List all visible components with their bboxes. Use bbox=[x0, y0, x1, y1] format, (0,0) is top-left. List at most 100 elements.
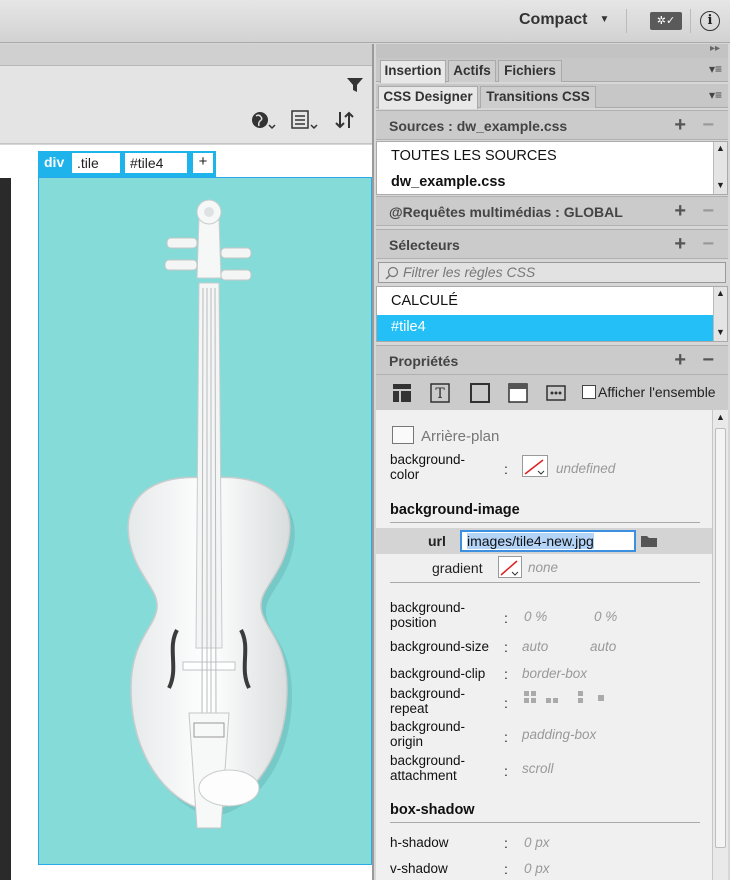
code-navigator-icon[interactable] bbox=[291, 110, 319, 130]
workspace-switcher[interactable]: Compact ▼ bbox=[519, 11, 609, 29]
page-edge bbox=[0, 178, 11, 880]
scrollbar-thumb[interactable] bbox=[715, 428, 726, 848]
info-icon[interactable]: i bbox=[700, 11, 720, 31]
layout-icon[interactable] bbox=[392, 383, 412, 403]
colon: : bbox=[504, 639, 508, 655]
bg-repeat-options-icon[interactable] bbox=[522, 688, 612, 708]
v-shadow-value[interactable]: 0 px bbox=[524, 861, 550, 876]
tab-css-designer[interactable]: CSS Designer bbox=[378, 86, 478, 109]
add-selector-button[interactable]: + bbox=[674, 233, 686, 256]
bg-origin-label: background-origin bbox=[390, 719, 466, 749]
colon: : bbox=[504, 835, 508, 851]
sources-title: Sources : dw_example.css bbox=[389, 118, 568, 134]
show-all-label: Afficher l'ensemble bbox=[598, 384, 716, 400]
properties-list: ▲ Arrière-plan background-color : undefi… bbox=[376, 410, 728, 880]
add-class-button[interactable]: + bbox=[193, 153, 213, 173]
h-shadow-label: h-shadow bbox=[390, 835, 449, 850]
divider bbox=[390, 582, 700, 583]
gradient-value[interactable]: none bbox=[528, 560, 558, 575]
panel-menu-icon[interactable]: ▾≡ bbox=[709, 88, 722, 102]
bg-position-y[interactable]: 0 % bbox=[594, 609, 617, 624]
remove-source-button[interactable]: − bbox=[702, 114, 714, 137]
sources-section-header[interactable]: Sources : dw_example.css + − bbox=[376, 110, 728, 140]
bg-color-value[interactable]: undefined bbox=[556, 461, 615, 476]
source-item-dw-example[interactable]: dw_example.css bbox=[391, 174, 505, 190]
bg-attachment-value[interactable]: scroll bbox=[522, 761, 554, 776]
add-source-button[interactable]: + bbox=[674, 114, 686, 137]
background-group-title: Arrière-plan bbox=[421, 428, 500, 445]
tab-fichiers[interactable]: Fichiers bbox=[498, 60, 562, 82]
h-shadow-value[interactable]: 0 px bbox=[524, 835, 550, 850]
panel-menu-icon[interactable]: ▾≡ bbox=[709, 62, 722, 76]
background-group-icon bbox=[392, 426, 414, 444]
scroll-up-icon[interactable]: ▲ bbox=[716, 412, 725, 422]
globe-icon[interactable] bbox=[251, 110, 277, 130]
filter-icon[interactable] bbox=[346, 77, 364, 93]
selector-item-label: #tile4 bbox=[391, 319, 426, 335]
element-tag-label: div bbox=[44, 154, 65, 170]
remove-media-query-button[interactable]: − bbox=[702, 200, 714, 223]
scroll-up-icon[interactable]: ▲ bbox=[716, 288, 725, 298]
remove-property-button[interactable]: − bbox=[702, 349, 714, 372]
v-shadow-label: v-shadow bbox=[390, 861, 448, 876]
collapse-icon[interactable]: ▸▸ bbox=[710, 43, 720, 54]
remove-selector-button[interactable]: − bbox=[702, 233, 714, 256]
selectors-section-header[interactable]: Sélecteurs + − bbox=[376, 229, 728, 259]
selectors-title: Sélecteurs bbox=[389, 237, 460, 253]
bg-repeat-label: background-repeat bbox=[390, 686, 466, 716]
class-tag-tile[interactable]: .tile bbox=[72, 153, 120, 173]
colon: : bbox=[504, 695, 508, 711]
background-icon[interactable] bbox=[508, 383, 528, 403]
colon: : bbox=[504, 763, 508, 779]
bg-size-width[interactable]: auto bbox=[522, 639, 548, 654]
scroll-down-icon[interactable]: ▼ bbox=[716, 180, 725, 190]
sources-scrollbar[interactable]: ▲ ▼ bbox=[713, 142, 727, 194]
bg-position-x[interactable]: 0 % bbox=[524, 609, 547, 624]
properties-scrollbar[interactable]: ▲ bbox=[712, 410, 728, 880]
id-tag-tile4[interactable]: #tile4 bbox=[125, 153, 187, 173]
colon: : bbox=[504, 461, 508, 477]
scroll-up-icon[interactable]: ▲ bbox=[716, 143, 725, 153]
search-icon bbox=[385, 266, 399, 280]
bg-clip-value[interactable]: border-box bbox=[522, 666, 587, 681]
colon: : bbox=[504, 729, 508, 745]
browse-folder-icon[interactable] bbox=[640, 534, 658, 548]
property-category-bar: T Afficher l'ensemble bbox=[376, 375, 728, 411]
add-property-button[interactable]: + bbox=[674, 349, 686, 372]
source-item-all[interactable]: TOUTES LES SOURCES bbox=[391, 148, 557, 164]
selector-filter-input[interactable]: Filtrer les règles CSS bbox=[378, 262, 726, 283]
border-icon[interactable] bbox=[470, 383, 490, 403]
tab-actifs[interactable]: Actifs bbox=[448, 60, 496, 82]
bg-color-swatch[interactable] bbox=[522, 455, 548, 477]
sort-icon[interactable] bbox=[334, 110, 360, 130]
filter-placeholder: Filtrer les règles CSS bbox=[403, 264, 536, 280]
panel-collapse-bar[interactable]: ▸▸ bbox=[376, 43, 728, 58]
svg-text:T: T bbox=[435, 386, 445, 402]
media-queries-section-header[interactable]: @Requêtes multimédias : GLOBAL + − bbox=[376, 196, 728, 226]
tab-insertion[interactable]: Insertion bbox=[380, 60, 446, 83]
show-all-checkbox[interactable] bbox=[582, 385, 596, 399]
divider bbox=[626, 9, 627, 33]
text-icon[interactable]: T bbox=[430, 383, 450, 403]
box-shadow-heading: box-shadow bbox=[390, 802, 475, 818]
scroll-down-icon[interactable]: ▼ bbox=[716, 327, 725, 337]
sync-settings-icon[interactable]: ✲✓ bbox=[650, 12, 682, 30]
selectors-scrollbar[interactable]: ▲ ▼ bbox=[713, 287, 727, 341]
document-tab-strip bbox=[0, 44, 372, 66]
violin-image bbox=[127, 199, 295, 829]
bg-size-label: background-size bbox=[390, 639, 490, 654]
panel-tab-row-1: Insertion Actifs Fichiers ▾≡ bbox=[376, 58, 728, 83]
add-media-query-button[interactable]: + bbox=[674, 200, 686, 223]
bg-origin-value[interactable]: padding-box bbox=[522, 727, 596, 742]
divider bbox=[390, 822, 700, 823]
tab-transitions-css[interactable]: Transitions CSS bbox=[480, 86, 596, 108]
url-input[interactable]: images/tile4-new.jpg bbox=[460, 530, 636, 552]
properties-section-header[interactable]: Propriétés + − bbox=[376, 345, 728, 375]
selector-item-calcule[interactable]: CALCULÉ bbox=[391, 293, 458, 309]
tile4-div[interactable] bbox=[38, 177, 372, 865]
selector-item-tile4[interactable]: #tile4 bbox=[377, 315, 713, 341]
bg-size-height[interactable]: auto bbox=[590, 639, 616, 654]
gradient-swatch[interactable] bbox=[498, 556, 522, 578]
colon: : bbox=[504, 861, 508, 877]
more-icon[interactable] bbox=[546, 383, 566, 403]
